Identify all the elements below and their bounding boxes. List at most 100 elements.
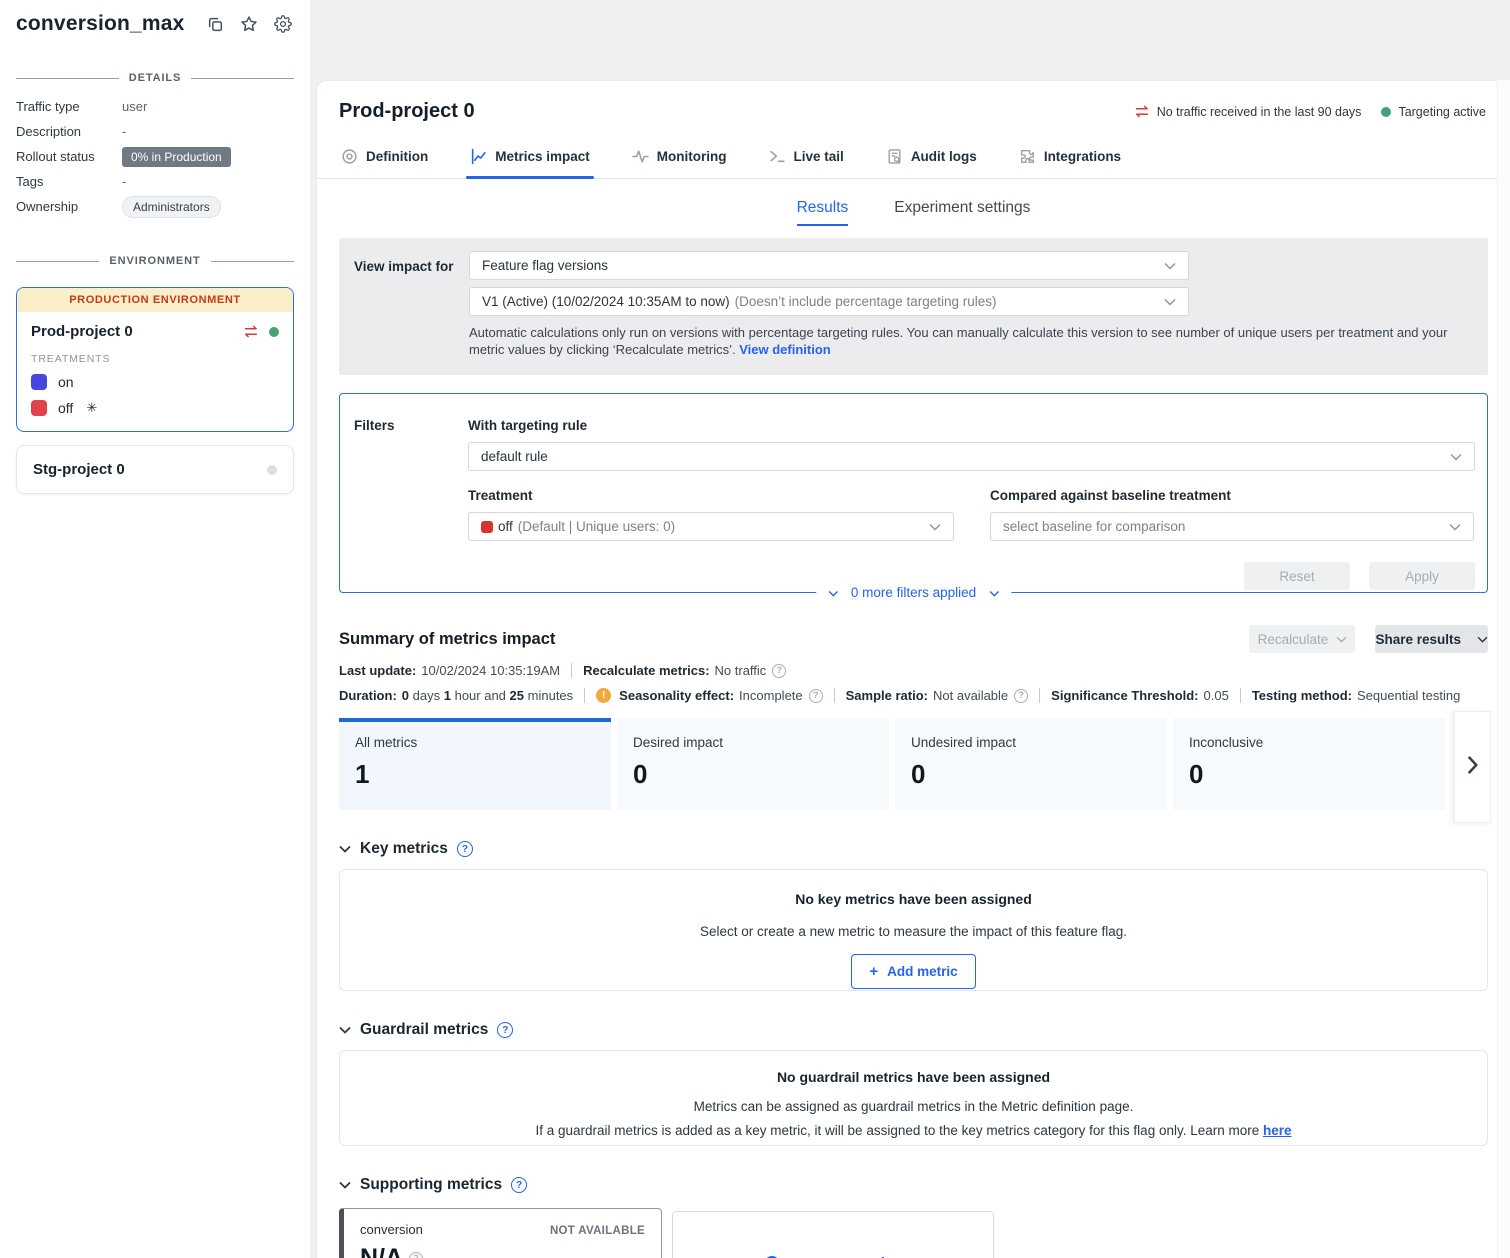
tab-label: Audit logs	[911, 149, 977, 164]
targeting-rule-select[interactable]: default rule	[468, 442, 1475, 471]
detail-label: Description	[16, 124, 122, 139]
tab-live-tail[interactable]: Live tail	[767, 139, 846, 178]
no-traffic-icon	[1134, 105, 1150, 118]
baseline-select[interactable]: select baseline for comparison	[990, 512, 1474, 541]
metric-summary-cards: All metrics 1 Desired impact 0 Undesired…	[339, 718, 1488, 810]
treatment-name: on	[58, 374, 74, 390]
tab-audit-logs[interactable]: Audit logs	[884, 139, 979, 178]
summary-heading: Summary of metrics impact	[339, 630, 1229, 649]
chart-icon	[470, 148, 487, 165]
treatment-row-off: off	[31, 399, 279, 416]
duration-days-unit: days	[413, 688, 440, 703]
chevron-down-icon	[1477, 636, 1488, 643]
card-label: Desired impact	[633, 735, 873, 750]
guardrail-line2: If a guardrail metrics is added as a key…	[360, 1123, 1467, 1138]
metric-card-conversion[interactable]: conversion NOT AVAILABLE N/A No calculat…	[339, 1208, 662, 1258]
targeting-active-dot	[269, 327, 279, 337]
testing-method-value: Sequential testing	[1357, 688, 1460, 703]
collapse-icon[interactable]	[339, 1026, 351, 1034]
card-all-metrics[interactable]: All metrics 1	[339, 718, 611, 810]
apply-button[interactable]: Apply	[1369, 562, 1475, 590]
detail-value: -	[122, 124, 126, 139]
version-select[interactable]: V1 (Active) (10/02/2024 10:35AM to now) …	[469, 287, 1189, 316]
collapse-icon[interactable]	[339, 1181, 351, 1189]
detail-row-tags: Tags -	[16, 169, 294, 194]
recalculate-metrics-label: Recalculate metrics:	[583, 663, 709, 678]
tab-integrations[interactable]: Integrations	[1017, 139, 1123, 178]
environment-name: Prod-project 0	[31, 323, 233, 340]
help-circle-icon[interactable]	[772, 664, 786, 678]
key-metrics-empty-title: No key metrics have been assigned	[360, 891, 1467, 907]
help-circle-icon[interactable]	[1014, 689, 1028, 703]
summary-info-line-1: Last update: 10/02/2024 10:35:19AM Recal…	[339, 663, 1488, 678]
traffic-status-text: No traffic received in the last 90 days	[1157, 105, 1362, 119]
page-title: Prod-project 0	[339, 100, 1134, 123]
no-traffic-icon	[243, 325, 259, 338]
treatment-off-swatch	[31, 400, 47, 416]
card-label: Inconclusive	[1189, 735, 1429, 750]
duration-days: 0	[402, 688, 409, 703]
subtab-experiment-settings[interactable]: Experiment settings	[894, 199, 1030, 226]
significance-label: Significance Threshold:	[1051, 688, 1198, 703]
environment-heading: ENVIRONMENT	[16, 255, 294, 267]
environment-panel: Prod-project 0 No traffic received in th…	[316, 80, 1510, 1258]
help-circle-icon[interactable]	[457, 841, 473, 857]
version-type-select[interactable]: Feature flag versions	[469, 251, 1189, 280]
last-update-value: 10/02/2024 10:35:19AM	[421, 663, 560, 678]
scroll-next-button[interactable]	[1454, 711, 1491, 823]
targeting-rule-label: With targeting rule	[468, 418, 1475, 433]
card-inconclusive[interactable]: Inconclusive 0	[1173, 718, 1445, 810]
version-type-value: Feature flag versions	[482, 258, 608, 273]
view-definition-link[interactable]: View definition	[739, 342, 831, 357]
add-metric-button[interactable]: Add metric	[851, 954, 975, 989]
collapse-icon[interactable]	[339, 845, 351, 853]
more-filters-toggle[interactable]: 0 more filters applied	[816, 583, 1011, 602]
treatment-select[interactable]: off (Default | Unique users: 0)	[468, 512, 954, 541]
key-metrics-empty-text: Select or create a new metric to measure…	[360, 924, 1467, 939]
card-value: 1	[355, 759, 595, 790]
duration-hours: 1	[444, 688, 451, 703]
gear-icon[interactable]	[274, 15, 292, 33]
chevron-down-icon	[1164, 294, 1176, 309]
treatment-label: Treatment	[468, 488, 954, 503]
help-circle-icon[interactable]	[511, 1177, 527, 1193]
detail-value: user	[122, 99, 147, 114]
help-circle-icon[interactable]	[497, 1022, 513, 1038]
environment-header: Prod-project 0 No traffic received in th…	[317, 81, 1510, 133]
learn-more-link[interactable]: here	[1263, 1123, 1292, 1138]
card-desired-impact[interactable]: Desired impact 0	[617, 718, 889, 810]
copy-icon[interactable]	[207, 16, 224, 33]
tab-bar: Definition Metrics impact Monitoring Liv…	[317, 139, 1510, 179]
share-results-button[interactable]: Share results	[1375, 625, 1488, 653]
card-label: All metrics	[355, 735, 595, 750]
reset-button[interactable]: Reset	[1244, 562, 1350, 590]
card-undesired-impact[interactable]: Undesired impact 0	[895, 718, 1167, 810]
environment-card-staging[interactable]: Stg-project 0	[16, 445, 294, 494]
recalculate-button[interactable]: Recalculate	[1249, 625, 1355, 653]
star-icon[interactable]	[240, 15, 258, 33]
detail-label: Traffic type	[16, 99, 122, 114]
default-treatment-icon	[84, 399, 97, 416]
environment-card-production[interactable]: PRODUCTION ENVIRONMENT Prod-project 0 TR…	[16, 287, 294, 432]
production-banner: PRODUCTION ENVIRONMENT	[17, 288, 293, 312]
tab-definition[interactable]: Definition	[339, 139, 430, 178]
tab-monitoring[interactable]: Monitoring	[630, 139, 729, 178]
sample-ratio-label: Sample ratio:	[846, 688, 928, 703]
detail-row-rollout-status: Rollout status 0% in Production	[16, 144, 294, 169]
inactive-dot	[267, 465, 277, 475]
treatments-label: TREATMENTS	[31, 353, 279, 365]
filters-panel: Filters With targeting rule default rule…	[339, 393, 1488, 593]
tab-label: Integrations	[1044, 149, 1121, 164]
warning-icon	[596, 688, 611, 703]
detail-label: Tags	[16, 174, 122, 189]
terminal-icon	[769, 148, 786, 165]
subtab-results[interactable]: Results	[797, 199, 849, 226]
scrollbar-track[interactable]	[1497, 80, 1510, 1258]
flag-sidebar: conversion_max DETAILS Traffic type user…	[0, 0, 310, 1258]
help-circle-icon[interactable]	[409, 1252, 423, 1258]
supporting-metrics-row: conversion NOT AVAILABLE N/A No calculat…	[339, 1208, 1488, 1258]
help-circle-icon[interactable]	[809, 689, 823, 703]
card-label: Undesired impact	[911, 735, 1151, 750]
ownership-pill[interactable]: Administrators	[122, 196, 221, 218]
tab-metrics-impact[interactable]: Metrics impact	[468, 139, 592, 178]
